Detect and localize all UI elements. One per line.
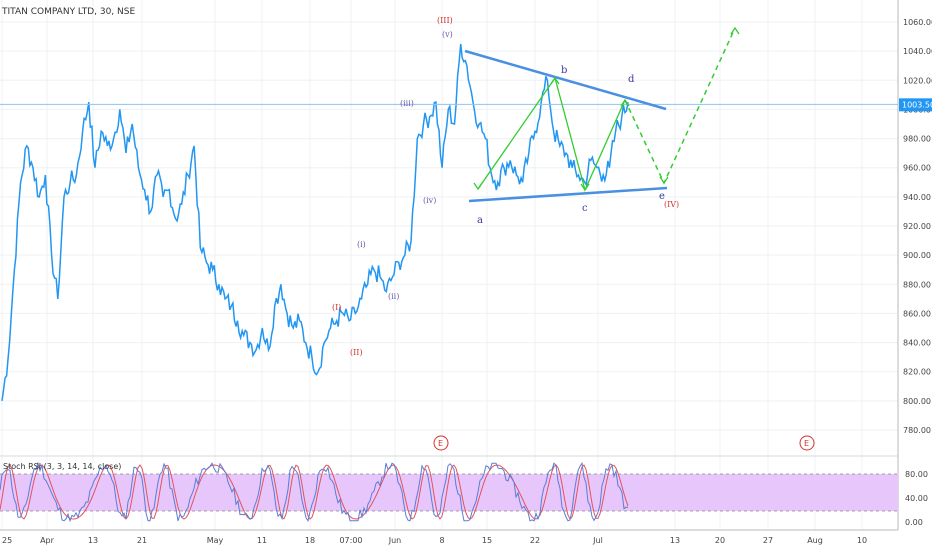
time-tick-label: 25 [2, 536, 12, 545]
arrowhead [580, 183, 590, 192]
time-tick-label: 8 [439, 536, 444, 545]
wave-label-iii: (iii) [400, 99, 414, 108]
indicator-tick-label: 0.00 [905, 518, 923, 527]
time-tick-label: 10 [857, 536, 867, 545]
time-tick-label: 27 [763, 536, 773, 545]
svg-text:E: E [438, 439, 443, 448]
arrowhead [659, 176, 669, 185]
time-tick-label: 15 [482, 536, 492, 545]
price-tick-label: 940.00 [903, 193, 931, 202]
wave-label-v: (v) [442, 30, 453, 39]
time-tick-label: 13 [88, 536, 98, 545]
price-tick-label: 880.00 [903, 280, 931, 289]
wave-label-c: c [582, 203, 588, 214]
time-tick-label: 07:00 [339, 536, 362, 545]
svg-text:E: E [804, 439, 809, 448]
event-badge[interactable]: E [799, 435, 815, 451]
indicator-tick-label: 40.00 [905, 494, 928, 503]
price-tick-label: 860.00 [903, 309, 931, 318]
time-tick-label: 11 [257, 536, 267, 545]
time-tick-label: Apr [40, 536, 55, 545]
time-tick-label: Aug [807, 536, 823, 545]
price-tick-label: 920.00 [903, 222, 931, 231]
wave-label-a: a [477, 215, 483, 226]
time-tick-label: 21 [137, 536, 147, 545]
indicator-axis: 80.00 40.00 0.00 [905, 470, 928, 527]
current-price-label: 1003.50 [899, 98, 932, 112]
svg-text:1003.50: 1003.50 [902, 100, 932, 109]
time-tick-label: 13 [670, 536, 680, 545]
price-tick-label: 800.00 [903, 397, 931, 406]
wave-label-I: (I) [332, 303, 341, 312]
time-tick-label: 18 [305, 536, 315, 545]
lower-trendline [468, 186, 668, 203]
wave-label-b: b [561, 65, 567, 76]
time-tick-label: May [207, 536, 224, 545]
wave-label-i: (i) [357, 240, 366, 249]
indicator-title: Stoch RSI (3, 3, 14, 14, close) [3, 462, 121, 471]
price-tick-label: 980.00 [903, 135, 931, 144]
price-tick-label: 960.00 [903, 164, 931, 173]
price-line [1, 43, 629, 402]
wave-label-iv: (iv) [423, 196, 436, 205]
chart-title: TITAN COMPANY LTD, 30, NSE [1, 7, 135, 17]
time-tick-label: Jun [388, 536, 402, 545]
time-tick-label: Jul [592, 536, 603, 545]
price-tick-label: 820.00 [903, 368, 931, 377]
price-tick-label: 1040.00 [903, 47, 932, 56]
time-tick-label: 22 [530, 536, 540, 545]
wave-label-e: e [659, 191, 665, 202]
price-axis[interactable]: 1060.001040.001020.001000.00980.00960.00… [903, 18, 932, 435]
indicator-tick-label: 80.00 [905, 470, 928, 479]
wave-label-ii: (ii) [388, 292, 399, 301]
event-badge[interactable]: E [433, 435, 449, 451]
chart-canvas[interactable]: TITAN COMPANY LTD, 30, NSE (III) (v) (ii… [0, 0, 932, 550]
price-tick-label: 1020.00 [903, 76, 932, 85]
time-tick-label: 20 [715, 536, 725, 545]
wave-label-II: (II) [350, 348, 363, 357]
price-tick-label: 780.00 [903, 426, 931, 435]
price-tick-label: 900.00 [903, 251, 931, 260]
wave-label-III: (III) [437, 16, 453, 25]
price-tick-label: 840.00 [903, 339, 931, 348]
price-tick-label: 1060.00 [903, 18, 932, 27]
arrowhead [730, 26, 740, 35]
time-axis[interactable]: 25 Apr 13 21 May 11 18 07:00 Jun 8 15 22 Jul 13 20 27 Au… [2, 536, 867, 545]
wave-label-IV: (IV) [664, 200, 679, 209]
grid-lines [0, 0, 898, 530]
wave-label-d: d [628, 74, 635, 85]
